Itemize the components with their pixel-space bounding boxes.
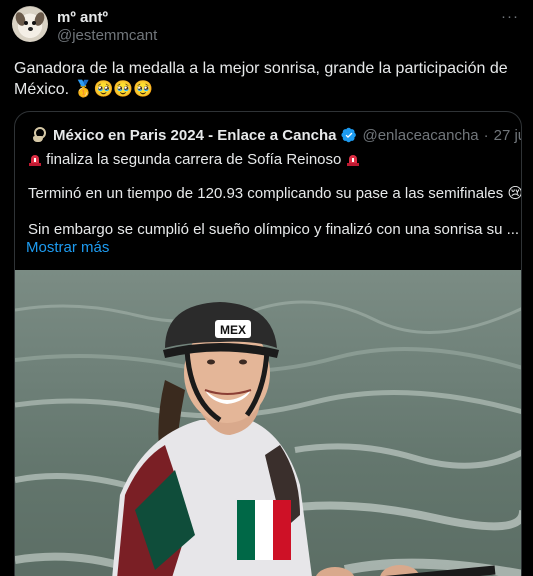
verified-badge-icon: [341, 127, 357, 143]
paris-2024-logo-icon: [28, 125, 48, 145]
author-name[interactable]: mº antº: [57, 9, 108, 26]
tweet[interactable]: mº antº @jestemmcant ··· Ganadora de la …: [0, 0, 533, 576]
quoted-author-handle[interactable]: @enlaceacancha: [362, 127, 478, 144]
siren-icon: [346, 155, 359, 166]
avatar[interactable]: [12, 6, 48, 42]
quoted-date[interactable]: 27 jul.: [494, 127, 521, 144]
canoeist-photo: MEX: [15, 300, 521, 576]
separator-dot: ·: [483, 126, 489, 144]
helmet-mex-label: MEX: [220, 323, 246, 337]
quoted-media-image[interactable]: MEX: [15, 270, 521, 576]
quoted-author-name[interactable]: México en Paris 2024 - Enlace a Cancha: [53, 127, 336, 144]
quoted-line-2: Terminó en un tiempo de 120.93 complican…: [28, 184, 522, 204]
more-options-icon[interactable]: ···: [501, 8, 519, 25]
siren-icon: [29, 155, 41, 166]
tweet-text: Ganadora de la medalla a la mejor sonris…: [14, 60, 508, 98]
quoted-line-1: finaliza la segunda carrera de Sofía Rei…: [28, 150, 360, 170]
quoted-line-2-text: Terminó en un tiempo de 120.93 complican…: [28, 185, 522, 202]
show-more-link[interactable]: Mostrar más: [26, 239, 109, 256]
quoted-tweet-header: México en Paris 2024 - Enlace a Cancha @…: [28, 125, 521, 145]
quoted-line-3: Sin embargo se cumplió el sueño olímpico…: [28, 221, 520, 238]
author-handle[interactable]: @jestemmcant: [57, 27, 157, 44]
quoted-tweet[interactable]: México en Paris 2024 - Enlace a Cancha @…: [14, 111, 522, 576]
quoted-line-1-text: finaliza la segunda carrera de Sofía Rei…: [46, 151, 342, 168]
